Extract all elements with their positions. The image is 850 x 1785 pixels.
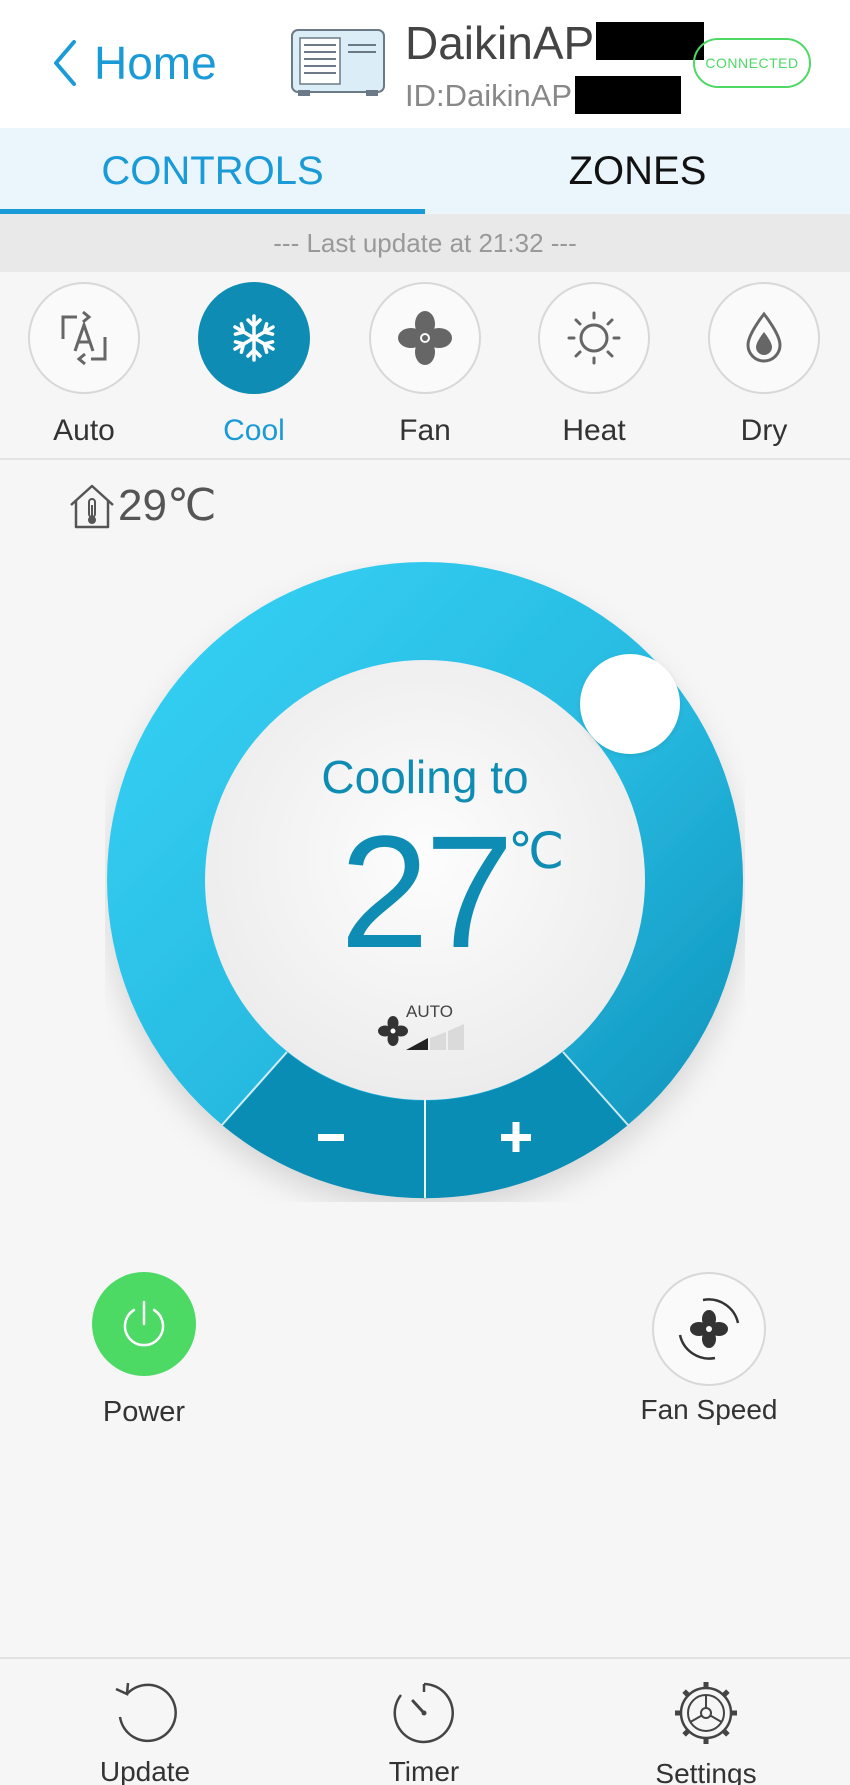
tab-bar: CONTROLS ZONES (0, 128, 850, 214)
power-button[interactable]: Power (92, 1272, 196, 1428)
droplet-icon (746, 311, 782, 363)
mode-heat-label: Heat (562, 414, 626, 447)
fan-speed-icon (678, 1298, 740, 1360)
last-update-text: --- Last update at 21:32 --- (0, 214, 850, 272)
mode-auto-label: Auto (53, 414, 115, 447)
increase-temperature-button[interactable] (455, 1092, 575, 1182)
back-label: Home (94, 37, 217, 89)
tab-controls[interactable]: CONTROLS (0, 128, 425, 214)
mode-dry-label: Dry (740, 414, 788, 447)
nav-settings-label: Settings (655, 1758, 757, 1785)
house-thermometer-icon (70, 484, 114, 528)
nav-update-label: Update (99, 1756, 191, 1785)
redaction-bar (575, 76, 681, 114)
nav-timer-button[interactable]: Timer (344, 1677, 504, 1785)
back-button[interactable]: Home (50, 36, 217, 90)
snowflake-icon (233, 314, 275, 362)
bottom-navigation: Update Timer Settings (0, 1657, 850, 1785)
fan-icon (378, 1016, 408, 1046)
mode-cool-label: Cool (223, 414, 285, 447)
connection-status-badge: CONNECTED (693, 38, 811, 88)
sun-icon (567, 311, 621, 365)
power-label: Power (102, 1396, 186, 1428)
device-id: ID:DaikinAP (405, 78, 573, 113)
indoor-temperature-value: 29℃ (118, 481, 217, 530)
fan-speed-circle (652, 1272, 766, 1386)
indoor-temperature: 29℃ (68, 480, 216, 531)
device-name: DaikinAP (405, 17, 595, 69)
chevron-left-icon (54, 40, 76, 86)
app-header: Home DaikinAP ID:DaikinAP CONNECTED (0, 0, 850, 128)
power-circle (92, 1272, 196, 1376)
mode-dry-circle (708, 282, 820, 394)
mode-fan-label: Fan (399, 414, 451, 447)
fan-mode-label: AUTO (406, 1002, 453, 1021)
cooling-status-label: Cooling to (321, 751, 529, 803)
redaction-bar (596, 22, 704, 60)
decrease-temperature-button[interactable] (270, 1092, 390, 1182)
mode-fan-button[interactable]: Fan (369, 282, 481, 448)
mode-fan-circle (369, 282, 481, 394)
power-icon (123, 1300, 165, 1347)
air-conditioner-icon (291, 29, 385, 96)
fan-speed-button[interactable]: Fan Speed (641, 1272, 778, 1425)
setpoint-unit: ℃ (508, 823, 565, 879)
mode-auto-button[interactable]: Auto (28, 282, 140, 448)
mode-cool-button[interactable]: Cool (198, 282, 310, 448)
tab-zones[interactable]: ZONES (425, 128, 850, 214)
mode-auto-circle (28, 282, 140, 394)
plus-icon (501, 1122, 531, 1152)
nav-settings-button[interactable]: Settings (626, 1677, 786, 1785)
refresh-icon (115, 1682, 177, 1743)
timer-icon (393, 1682, 454, 1744)
mode-heat-button[interactable]: Heat (538, 282, 650, 448)
fan-status-indicator: AUTO (376, 1002, 480, 1052)
fan-speed-bars-icon (406, 1024, 464, 1050)
mode-selector: Auto Cool Fan Heat Dry (0, 272, 850, 460)
setpoint-value: 27 (340, 802, 514, 981)
nav-update-button[interactable]: Update (65, 1677, 225, 1785)
gear-icon (675, 1682, 737, 1744)
mode-dry-button[interactable]: Dry (708, 282, 820, 448)
mode-cool-circle (198, 282, 310, 394)
nav-timer-label: Timer (388, 1756, 460, 1785)
mode-heat-circle (538, 282, 650, 394)
dial-knob[interactable] (580, 654, 680, 754)
minus-icon (318, 1134, 344, 1141)
fan-speed-label: Fan Speed (640, 1394, 778, 1425)
fan-icon (398, 311, 452, 365)
auto-mode-icon (61, 310, 107, 366)
